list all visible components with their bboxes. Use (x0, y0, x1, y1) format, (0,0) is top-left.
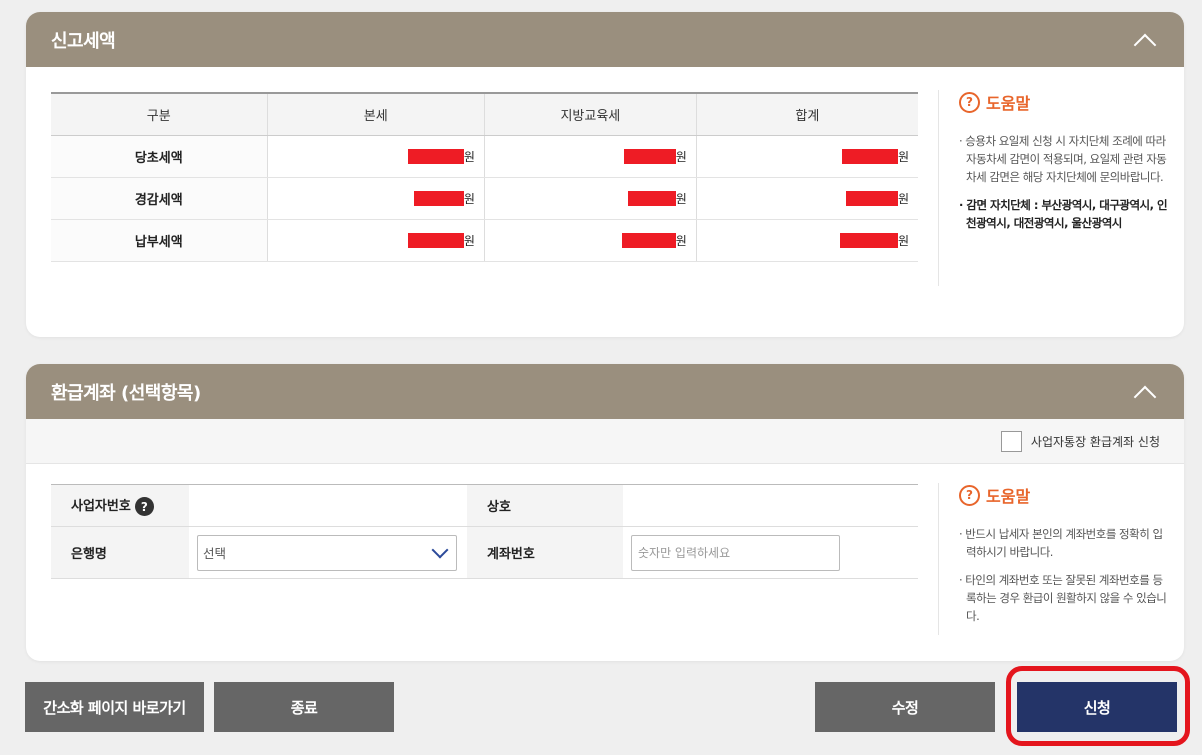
amount-cell: 원 (695, 177, 918, 220)
redaction-box (627, 190, 676, 206)
form-row: 은행명 선택 계좌번호 (51, 526, 918, 579)
table-row: 납부세액 원 원 원 (51, 219, 918, 262)
amount-cell: 원 (483, 219, 697, 262)
bank-label: 은행명 (51, 526, 189, 579)
redaction-box (413, 190, 464, 206)
redaction-box (621, 232, 676, 248)
form-row: 사업자번호? 상호 (51, 484, 918, 527)
business-number-label: 사업자번호? (51, 484, 189, 527)
help-title: ? 도움말 (959, 90, 1168, 114)
help-item: · 감면 자치단체 : 부산광역시, 대구광역시, 인천광역시, 대전광역시, … (959, 198, 1168, 230)
exit-button[interactable]: 종료 (214, 682, 394, 732)
tax-table-header-row: 구분 본세 지방교육세 합계 (51, 92, 918, 136)
amount-cell: 원 (695, 135, 918, 178)
table-row: 당초세액 원 원 원 (51, 135, 918, 178)
currency-unit: 원 (463, 191, 475, 206)
redaction-box (407, 232, 464, 248)
bank-select-value: 선택 (203, 546, 227, 561)
redaction-box (407, 148, 464, 164)
tax-panel-title: 신고세액 (51, 30, 116, 52)
currency-unit: 원 (675, 191, 687, 206)
currency-unit: 원 (463, 149, 475, 164)
help-title-text: 도움말 (986, 94, 1031, 113)
amount-cell: 원 (266, 177, 485, 220)
help-question-icon: ? (959, 91, 980, 113)
refund-panel-title: 환급계좌 (선택항목) (51, 382, 201, 404)
amount-cell: 원 (695, 219, 918, 262)
business-number-label-text: 사업자번호 (71, 499, 131, 514)
collapse-chevron-up-icon[interactable] (1132, 27, 1158, 53)
amount-cell: 원 (266, 135, 485, 178)
currency-unit: 원 (463, 233, 475, 248)
business-account-label: 사업자통장 환급계좌 신청 (1030, 434, 1160, 449)
simplified-page-button[interactable]: 간소화 페이지 바로가기 (25, 682, 204, 732)
help-item: · 반드시 납세자 본인의 계좌번호를 정확히 입력하시기 바랍니다. (959, 527, 1163, 559)
currency-unit: 원 (897, 191, 909, 206)
help-title: ? 도움말 (959, 483, 1168, 507)
help-item: · 타인의 계좌번호 또는 잘못된 계좌번호를 등록하는 경우 환급이 원활하지… (959, 573, 1167, 623)
bank-select[interactable]: 선택 (197, 534, 457, 571)
collapse-chevron-up-icon[interactable] (1132, 379, 1158, 405)
account-form-table: 사업자번호? 상호 은행명 선택 계좌번호 (51, 484, 918, 579)
col-header-education-tax: 지방교육세 (483, 92, 697, 136)
redaction-box (841, 148, 898, 164)
tax-panel-header: 신고세액 (26, 12, 1184, 67)
chevron-down-icon (431, 541, 449, 558)
refund-help-box: ? 도움말 · 반드시 납세자 본인의 계좌번호를 정확히 입력하시기 바랍니다… (938, 483, 1168, 635)
col-header-main-tax: 본세 (266, 92, 485, 136)
business-account-option-bar: 사업자통장 환급계좌 신청 (26, 419, 1184, 464)
currency-unit: 원 (897, 233, 909, 248)
amount-cell: 원 (483, 135, 697, 178)
currency-unit: 원 (897, 149, 909, 164)
row-label: 경감세액 (51, 177, 267, 220)
company-label: 상호 (467, 484, 623, 527)
tax-help-box: ? 도움말 · 승용차 요일제 신청 시 자치단체 조례에 따라 자동차세 감면… (938, 90, 1168, 286)
business-number-value (189, 484, 467, 527)
bank-select-cell: 선택 (189, 526, 467, 579)
tax-amount-panel: 신고세액 구분 본세 지방교육세 합계 당초세액 원 원 원 경감세액 원 원 … (26, 12, 1184, 337)
account-number-label: 계좌번호 (467, 526, 623, 579)
help-question-icon: ? (959, 484, 980, 506)
business-account-checkbox[interactable] (1000, 430, 1022, 452)
help-title-text: 도움말 (986, 487, 1031, 506)
question-icon[interactable]: ? (134, 497, 154, 516)
submit-button[interactable]: 신청 (1017, 682, 1177, 732)
currency-unit: 원 (675, 149, 687, 164)
col-header-total: 합계 (695, 92, 918, 136)
amount-cell: 원 (483, 177, 697, 220)
help-item: · 승용차 요일제 신청 시 자치단체 조례에 따라 자동차세 감면이 적용되며… (959, 134, 1167, 184)
edit-button[interactable]: 수정 (815, 682, 995, 732)
redaction-box (623, 148, 676, 164)
redaction-box (839, 232, 898, 248)
account-number-input[interactable] (631, 534, 840, 571)
redaction-box (845, 190, 898, 206)
row-label: 당초세액 (51, 135, 267, 178)
col-header-category: 구분 (51, 92, 267, 136)
row-label: 납부세액 (51, 219, 267, 262)
refund-panel-header: 환급계좌 (선택항목) (26, 364, 1184, 419)
refund-account-panel: 환급계좌 (선택항목) 사업자통장 환급계좌 신청 사업자번호? 상호 은행명 … (26, 364, 1184, 661)
account-number-cell (623, 526, 918, 579)
table-row: 경감세액 원 원 원 (51, 177, 918, 220)
currency-unit: 원 (675, 233, 687, 248)
company-value (623, 484, 918, 527)
tax-table: 구분 본세 지방교육세 합계 당초세액 원 원 원 경감세액 원 원 원 납부세… (51, 92, 918, 262)
amount-cell: 원 (266, 219, 485, 262)
